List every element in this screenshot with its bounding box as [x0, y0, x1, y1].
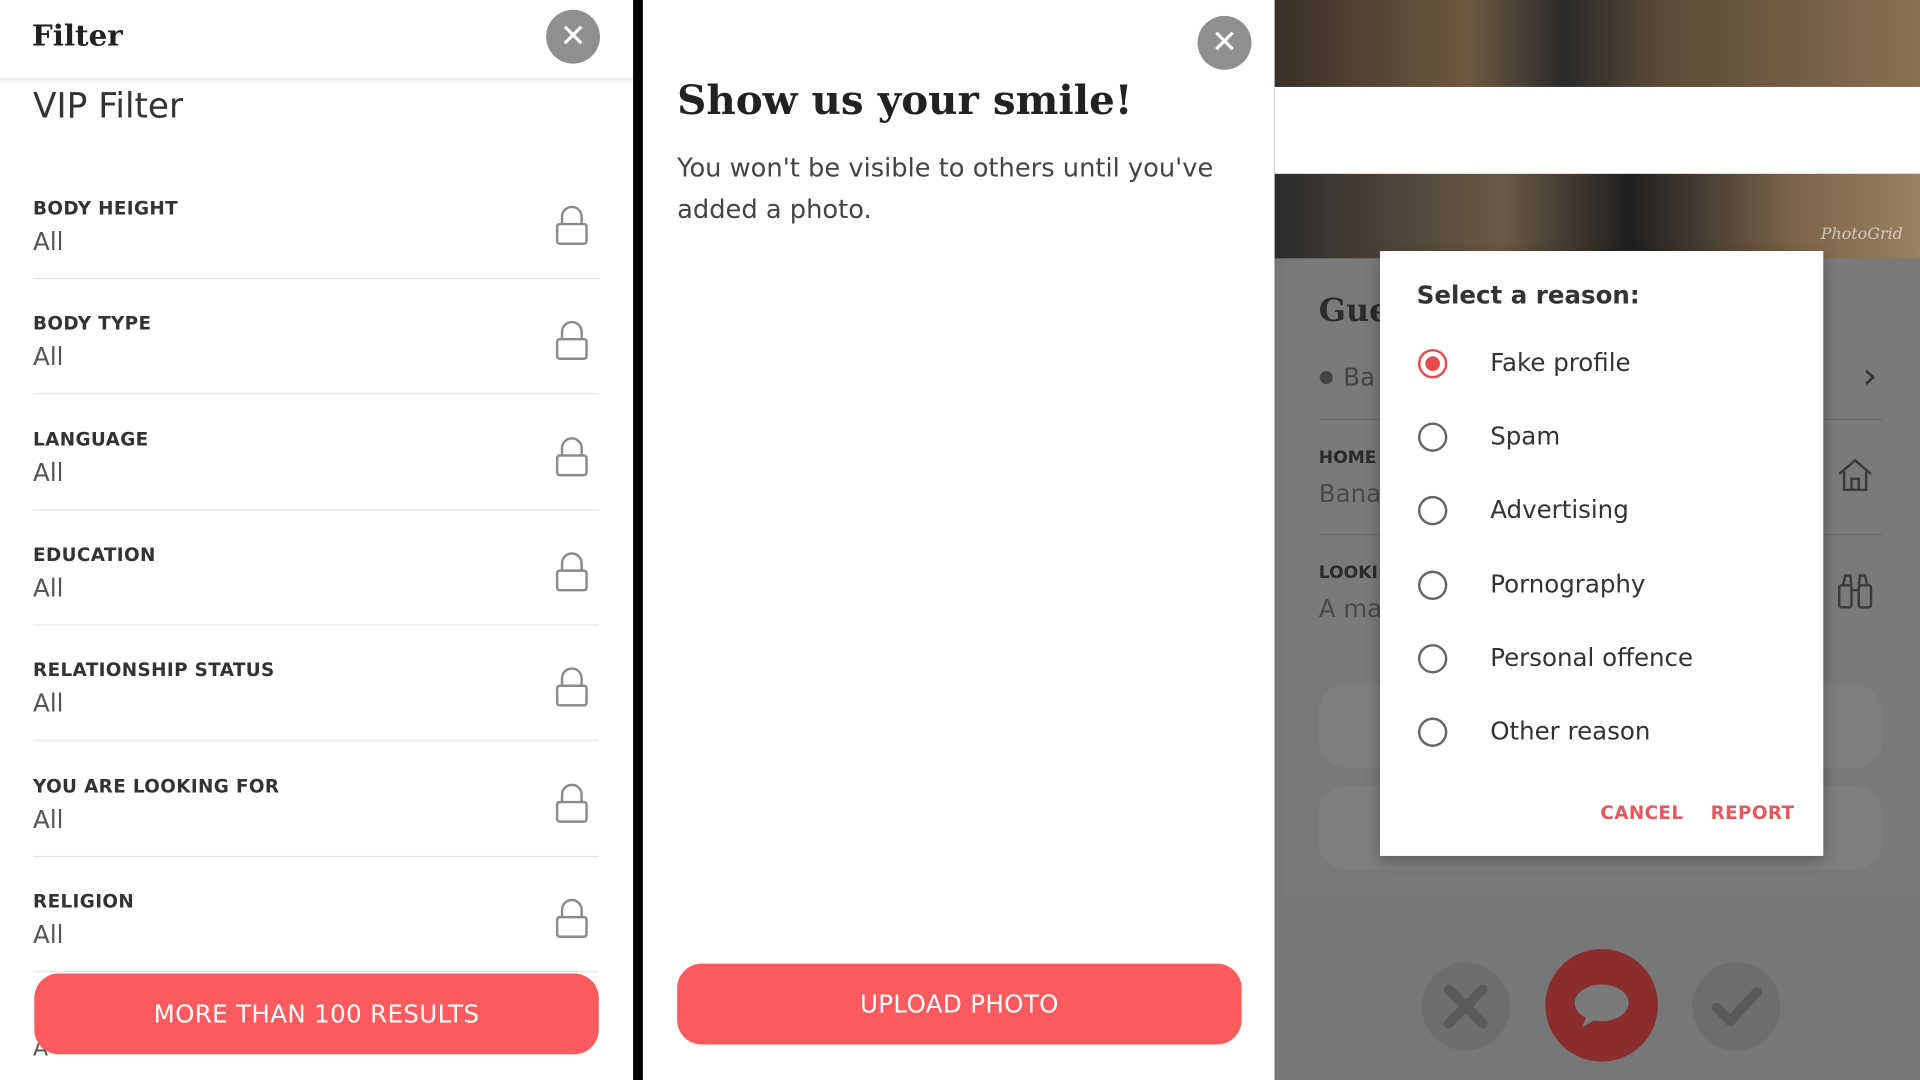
hometown-value: Bana	[1318, 478, 1382, 509]
filter-row-label: EDUCATION	[33, 543, 156, 566]
filter-row-looking-for[interactable]: YOU ARE LOOKING FOR All	[33, 741, 599, 858]
house-icon	[1838, 458, 1872, 492]
filter-row-value: All	[33, 226, 64, 256]
dialog-title: Select a reason:	[1416, 280, 1640, 310]
photo-prompt-title: Show us your smile!	[677, 75, 1133, 124]
filter-row-label: BODY HEIGHT	[33, 197, 179, 220]
radio-selected-icon[interactable]	[1417, 348, 1448, 379]
filter-row-label: RELIGION	[33, 890, 135, 913]
cancel-button[interactable]: CANCEL	[1600, 802, 1683, 824]
reason-label: Other reason	[1490, 716, 1651, 746]
lock-icon	[555, 898, 588, 938]
reason-option-other[interactable]: Other reason	[1417, 710, 1810, 759]
upload-photo-button[interactable]: UPLOAD PHOTO	[677, 963, 1242, 1045]
filter-row-education[interactable]: EDUCATION All	[33, 509, 599, 626]
checkmark-icon	[1711, 986, 1763, 1027]
reason-label: Personal offence	[1490, 642, 1694, 673]
reason-option-fake-profile[interactable]: Fake profile	[1417, 342, 1810, 391]
report-button[interactable]: REPORT	[1711, 802, 1795, 824]
reason-label: Advertising	[1490, 494, 1629, 525]
reason-option-pornography[interactable]: Pornography	[1417, 563, 1810, 612]
profile-photo	[1274, 0, 1920, 87]
filter-row-value: All	[33, 341, 64, 372]
photo-prompt-message: You won't be visible to others until you…	[677, 153, 1214, 225]
filter-row-label: RELATIONSHIP STATUS	[33, 658, 275, 681]
hometown-label: HOME	[1318, 448, 1377, 468]
filter-header: Filter ✕	[0, 0, 634, 80]
filter-row-body-type[interactable]: BODY TYPE All	[33, 278, 599, 395]
close-icon: ✕	[1211, 24, 1238, 62]
radio-icon[interactable]	[1417, 422, 1448, 452]
radio-icon[interactable]	[1417, 570, 1448, 601]
filter-row-label: LANGUAGE	[33, 428, 149, 451]
filter-row-body-height[interactable]: BODY HEIGHT All	[33, 163, 599, 280]
filter-row-value: All	[33, 919, 64, 949]
radio-icon[interactable]	[1417, 717, 1448, 747]
chat-button[interactable]	[1545, 948, 1658, 1062]
filter-row-label: BODY TYPE	[33, 312, 152, 335]
lock-icon	[555, 437, 588, 477]
reason-option-spam[interactable]: Spam	[1417, 415, 1810, 464]
radio-icon[interactable]	[1417, 495, 1448, 526]
close-icon	[1443, 984, 1488, 1029]
lock-icon	[555, 667, 588, 707]
filter-row-value: All	[33, 688, 64, 718]
reason-label: Fake profile	[1490, 347, 1631, 378]
filter-panel: Filter ✕ VIP Filter BODY HEIGHT All BODY…	[0, 0, 634, 1080]
lock-icon	[555, 320, 588, 361]
chevron-right-icon[interactable]: ›	[1862, 355, 1877, 398]
close-icon: ✕	[559, 18, 587, 56]
filter-title: Filter	[31, 17, 123, 53]
chat-bubble-icon	[1574, 984, 1629, 1028]
filter-row-relationship-status[interactable]: RELATIONSHIP STATUS All	[33, 624, 599, 741]
vip-filter-heading: VIP Filter	[33, 85, 184, 127]
photo-watermark: PhotoGrid	[1820, 225, 1903, 244]
location-pin-icon: ●	[1318, 367, 1334, 387]
lock-icon	[555, 783, 588, 823]
looking-for-label: LOOKI	[1318, 563, 1378, 583]
looking-for-value: A ma	[1318, 593, 1383, 624]
lock-icon	[555, 205, 588, 245]
close-photo-prompt-button[interactable]: ✕	[1197, 15, 1252, 70]
dislike-button[interactable]	[1421, 962, 1510, 1051]
binoculars-icon	[1837, 574, 1873, 609]
report-reason-dialog: Select a reason: Fake profile Spam Adver…	[1380, 251, 1824, 856]
reason-label: Pornography	[1490, 569, 1646, 599]
filter-row-label: YOU ARE LOOKING FOR	[33, 775, 280, 798]
profile-location: Ba	[1343, 362, 1376, 392]
photo-gap	[1274, 86, 1920, 174]
filter-row-value: All	[33, 457, 64, 488]
lock-icon	[555, 552, 588, 592]
profile-name: Gue	[1318, 292, 1390, 330]
filter-row-language[interactable]: LANGUAGE All	[33, 394, 599, 511]
radio-icon[interactable]	[1417, 644, 1448, 674]
reason-label: Spam	[1490, 421, 1561, 451]
close-filter-button[interactable]: ✕	[546, 9, 601, 64]
reason-option-advertising[interactable]: Advertising	[1417, 489, 1810, 538]
show-results-button[interactable]: MORE THAN 100 RESULTS	[34, 973, 599, 1055]
filter-row-value: All	[33, 573, 64, 603]
filter-row-value: All	[33, 804, 64, 834]
reason-option-personal-offence[interactable]: Personal offence	[1417, 637, 1810, 686]
like-button[interactable]	[1692, 962, 1781, 1051]
profile-photo-secondary	[1274, 173, 1920, 259]
filter-row-religion[interactable]: RELIGION All	[33, 856, 599, 973]
photo-prompt-panel: ✕ Show us your smile! You won't be visib…	[642, 0, 1275, 1080]
